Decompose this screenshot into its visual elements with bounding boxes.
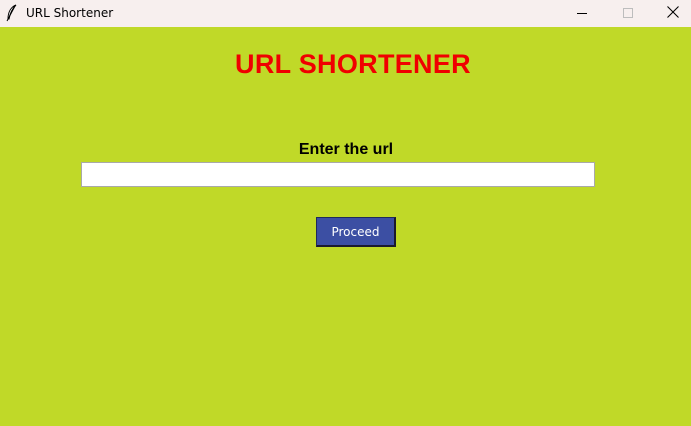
window-title: URL Shortener xyxy=(26,6,114,20)
close-button[interactable] xyxy=(650,0,691,27)
close-icon xyxy=(667,5,679,23)
feather-icon xyxy=(5,4,19,22)
page-title: URL SHORTENER xyxy=(235,49,471,79)
minimize-button[interactable] xyxy=(559,0,605,27)
maximize-icon xyxy=(623,5,633,23)
maximize-button[interactable] xyxy=(605,0,651,27)
url-input[interactable] xyxy=(81,162,595,187)
title-bar[interactable]: URL Shortener xyxy=(0,0,691,27)
url-label: Enter the url xyxy=(298,141,394,158)
minimize-icon xyxy=(577,5,587,23)
app-window: URL Shortener URL SHORTENER Enter the ur… xyxy=(0,0,691,426)
proceed-button[interactable]: Proceed xyxy=(316,217,396,247)
